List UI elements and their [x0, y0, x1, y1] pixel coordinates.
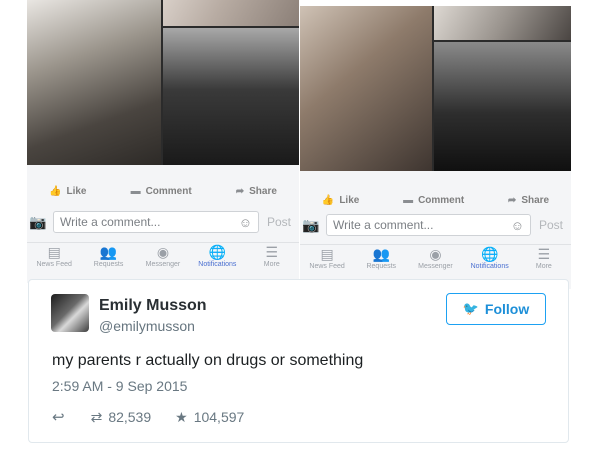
tweet-text: my parents r actually on drugs or someth…: [52, 352, 364, 369]
tweet-actions: ↩ ⇄ 82,539 ★ 104,597: [52, 408, 268, 427]
like-button[interactable]: 👍 Like: [49, 186, 86, 197]
arrow-share-icon: ➦: [235, 185, 245, 197]
nav-more[interactable]: ☰ More: [247, 243, 297, 275]
star-icon: ★: [175, 408, 188, 425]
nav-more[interactable]: ☰ More: [519, 245, 569, 277]
like-count: 104,597: [193, 409, 245, 425]
bottom-nav: ▤ News Feed 👥 Requests ◉ Messenger 🌐 Notific…: [300, 244, 571, 277]
nav-messenger[interactable]: ◉ Messenger: [138, 243, 188, 275]
bottom-nav: ▤ News Feed 👥 Requests ◉ Messenger 🌐 Notific…: [27, 242, 299, 275]
photo-grid: [300, 6, 571, 171]
retweet-button[interactable]: ⇄ 82,539: [91, 409, 152, 426]
friend-requests-icon: 👥: [372, 246, 390, 262]
comment-input[interactable]: Write a comment... ☺: [53, 211, 259, 233]
display-name[interactable]: Emily Musson: [99, 297, 207, 315]
speech-bubble-icon: ▬: [403, 194, 414, 206]
post-button[interactable]: Post: [259, 215, 299, 229]
nav-requests[interactable]: 👥 Requests: [84, 243, 134, 275]
follow-button[interactable]: 🐦 Follow: [446, 293, 546, 325]
retweet-icon: ⇄: [90, 408, 103, 425]
nav-messenger[interactable]: ◉ Messenger: [410, 245, 460, 277]
photo[interactable]: [163, 0, 299, 26]
news-feed-icon: ▤: [320, 246, 334, 262]
menu-icon: ☰: [537, 246, 551, 262]
friend-requests-icon: 👥: [99, 244, 118, 260]
smiley-icon[interactable]: ☺: [239, 215, 252, 230]
like-button[interactable]: ★ 104,597: [175, 409, 244, 426]
photo-grid: [27, 0, 299, 165]
avatar[interactable]: [51, 294, 89, 332]
nav-news-feed[interactable]: ▤ News Feed: [29, 243, 79, 275]
menu-icon: ☰: [265, 244, 279, 260]
arrow-share-icon: ➦: [507, 194, 517, 206]
timestamp[interactable]: 2:59 AM - 9 Sep 2015: [52, 378, 187, 394]
globe-icon: 🌐: [480, 246, 499, 262]
nav-notifications[interactable]: 🌐 Notifications: [465, 245, 515, 277]
nav-notifications[interactable]: 🌐 Notifications: [192, 243, 242, 275]
nav-news-feed[interactable]: ▤ News Feed: [302, 245, 352, 277]
messenger-icon: ◉: [156, 244, 170, 260]
comment-button[interactable]: ▬ Comment: [403, 195, 464, 206]
thumbs-up-icon: 👍: [321, 194, 335, 206]
photo[interactable]: [434, 42, 571, 171]
like-button[interactable]: 👍 Like: [322, 195, 359, 206]
messenger-icon: ◉: [429, 246, 442, 262]
speech-bubble-icon: ▬: [130, 185, 141, 197]
post-button[interactable]: Post: [531, 218, 571, 232]
comment-input[interactable]: Write a comment... ☺: [326, 214, 531, 236]
retweet-count: 82,539: [108, 409, 152, 425]
comment-composer: 📷 Write a comment... ☺ Post: [300, 211, 571, 239]
comment-composer: 📷 Write a comment... ☺ Post: [27, 208, 299, 236]
globe-icon: 🌐: [208, 244, 227, 260]
photo[interactable]: [163, 28, 299, 165]
post-actions: 👍 Like ▬ Comment ➦ Share: [27, 180, 299, 202]
news-feed-icon: ▤: [47, 244, 61, 260]
photo[interactable]: [434, 6, 571, 40]
smiley-icon[interactable]: ☺: [511, 218, 524, 233]
twitter-bird-icon: 🐦: [462, 301, 479, 316]
camera-icon[interactable]: 📷: [300, 217, 322, 234]
facebook-screen-right: 👍 Like ▬ Comment ➦ Share 📷 Write a comment.…: [300, 6, 571, 289]
share-button[interactable]: ➦ Share: [236, 186, 277, 197]
user-handle[interactable]: @emilymusson: [99, 318, 195, 334]
photo[interactable]: [300, 6, 432, 171]
photo[interactable]: [27, 0, 161, 165]
thumbs-up-icon: 👍: [49, 185, 62, 197]
nav-requests[interactable]: 👥 Requests: [356, 245, 406, 277]
facebook-screen-left: 👍 Like ▬ Comment ➦ Share 📷 Write a comment.…: [27, 0, 299, 283]
embedded-tweet: Emily Musson @emilymusson 🐦 Follow my pa…: [28, 279, 569, 443]
share-button[interactable]: ➦ Share: [508, 195, 549, 206]
reply-icon[interactable]: ↩: [52, 408, 65, 426]
comment-button[interactable]: ▬ Comment: [131, 186, 192, 197]
post-actions: 👍 Like ▬ Comment ➦ Share: [300, 192, 571, 208]
camera-icon[interactable]: 📷: [27, 214, 49, 231]
